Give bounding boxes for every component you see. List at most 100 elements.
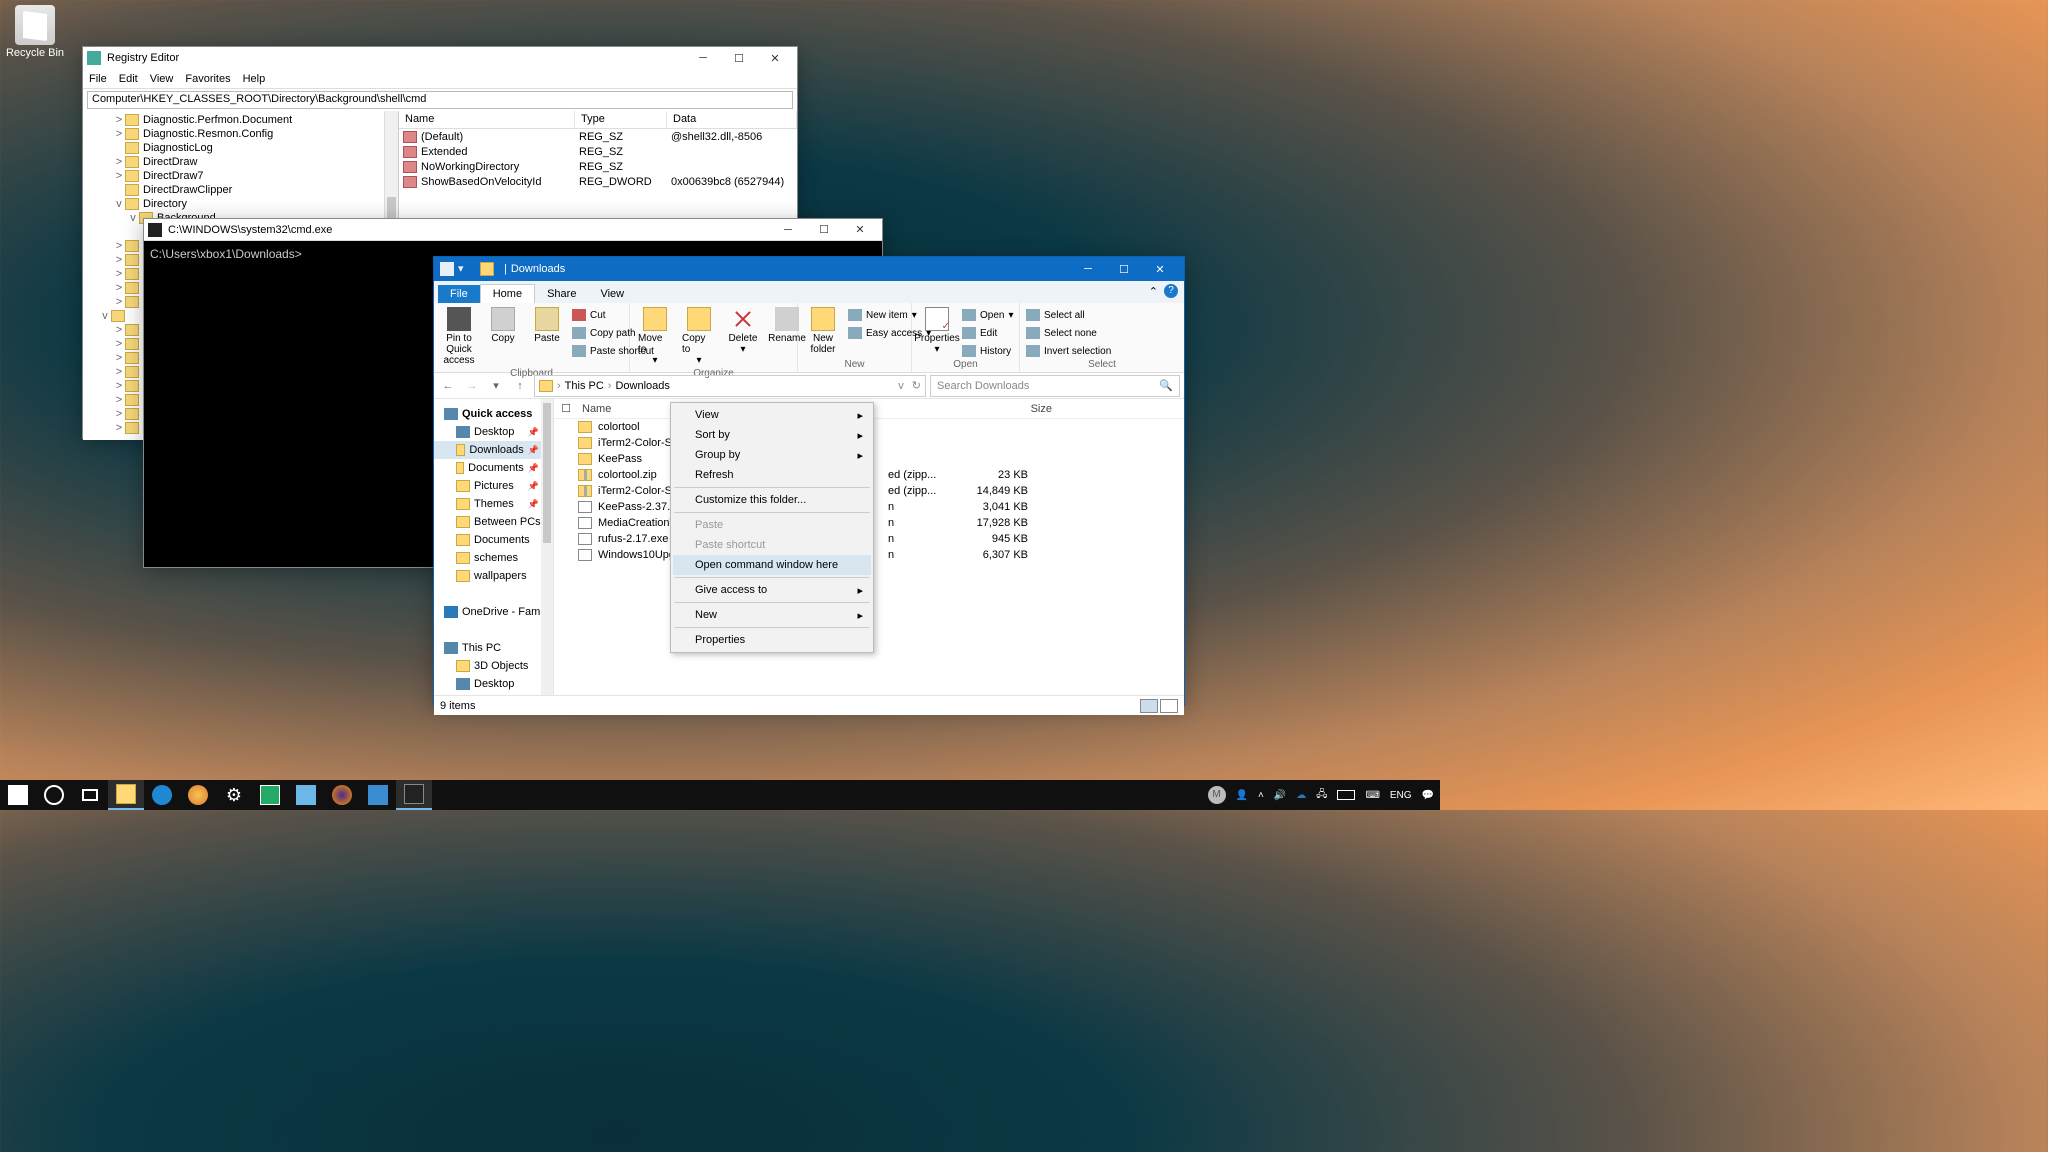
action-center-icon[interactable]: 💬 <box>1422 790 1434 801</box>
select-none-button[interactable]: Select none <box>1026 325 1178 341</box>
open-button[interactable]: Open▾ <box>962 307 1014 323</box>
context-menu-item[interactable]: Open command window here <box>673 555 871 575</box>
scrollbar[interactable] <box>541 399 553 695</box>
taskbar-notes[interactable] <box>288 780 324 810</box>
keyboard-icon[interactable]: ⌨ <box>1365 790 1379 801</box>
taskbar-edge[interactable] <box>144 780 180 810</box>
context-menu-item[interactable]: Properties <box>673 630 871 650</box>
cortana-button[interactable] <box>36 780 72 810</box>
close-button[interactable]: ✕ <box>842 220 878 240</box>
tree-item[interactable]: DirectDrawClipper <box>83 183 398 197</box>
close-button[interactable]: ✕ <box>757 48 793 68</box>
context-menu-item[interactable]: Refresh <box>673 465 871 485</box>
nav-item[interactable]: This PC <box>434 639 553 657</box>
tree-item[interactable]: >DirectDraw <box>83 155 398 169</box>
tree-item[interactable]: >Diagnostic.Resmon.Config <box>83 127 398 141</box>
nav-back-button[interactable]: ← <box>438 376 458 396</box>
nav-item[interactable]: OneDrive - Family <box>434 603 553 621</box>
context-menu-item[interactable]: Customize this folder... <box>673 490 871 510</box>
explorer-titlebar[interactable]: ▾ | Downloads ─ ☐ ✕ <box>434 257 1184 281</box>
tree-item[interactable]: >DirectDraw7 <box>83 169 398 183</box>
regedit-titlebar[interactable]: Registry Editor ─ ☐ ✕ <box>83 47 797 69</box>
nav-forward-button[interactable]: → <box>462 376 482 396</box>
tab-view[interactable]: View <box>588 285 636 303</box>
copy-to-button[interactable]: Copy to▾ <box>680 305 718 368</box>
registry-value[interactable]: ShowBasedOnVelocityIdREG_DWORD0x00639bc8… <box>399 174 797 189</box>
onedrive-icon[interactable]: ☁ <box>1296 790 1306 801</box>
minimize-button[interactable]: ─ <box>770 220 806 240</box>
taskbar-paint[interactable] <box>180 780 216 810</box>
registry-value[interactable]: (Default)REG_SZ@shell32.dll,-8506 <box>399 129 797 144</box>
nav-item[interactable]: Documents📌 <box>434 459 553 477</box>
col-type[interactable]: Type <box>575 111 667 128</box>
edit-button[interactable]: Edit <box>962 325 1014 341</box>
qat-down-icon[interactable]: ▾ <box>458 262 472 276</box>
col-data[interactable]: Data <box>667 111 797 128</box>
people-icon[interactable]: 👤 <box>1236 790 1248 801</box>
registry-value[interactable]: NoWorkingDirectoryREG_SZ <box>399 159 797 174</box>
history-button[interactable]: History <box>962 343 1014 359</box>
breadcrumb-root[interactable]: This PC <box>565 380 604 392</box>
scrollbar-thumb[interactable] <box>543 403 551 543</box>
taskbar-app[interactable] <box>360 780 396 810</box>
context-menu-item[interactable]: New▸ <box>673 605 871 625</box>
menu-favorites[interactable]: Favorites <box>185 73 230 85</box>
context-menu-item[interactable]: Give access to▸ <box>673 580 871 600</box>
taskbar-cmd[interactable] <box>396 780 432 810</box>
nav-item[interactable]: Documents <box>434 693 553 695</box>
pin-quick-access-button[interactable]: Pin to Quick access <box>440 305 478 368</box>
nav-item[interactable]: Themes📌 <box>434 495 553 513</box>
close-button[interactable]: ✕ <box>1142 257 1178 281</box>
language-indicator[interactable]: ENG <box>1390 790 1412 801</box>
battery-icon[interactable] <box>1337 790 1355 800</box>
tab-file[interactable]: File <box>438 285 480 303</box>
nav-item[interactable]: Documents <box>434 531 553 549</box>
address-bar[interactable]: › This PC › Downloads v↻ <box>534 375 926 397</box>
invert-selection-button[interactable]: Invert selection <box>1026 343 1178 359</box>
nav-item[interactable]: Quick access <box>434 405 553 423</box>
nav-up-button[interactable]: ↑ <box>510 376 530 396</box>
nav-item[interactable]: Desktop📌 <box>434 423 553 441</box>
move-to-button[interactable]: Move to▾ <box>636 305 674 368</box>
menu-help[interactable]: Help <box>243 73 266 85</box>
breadcrumb-current[interactable]: Downloads <box>615 380 669 392</box>
properties-button[interactable]: Properties▾ <box>918 305 956 359</box>
cmd-titlebar[interactable]: C:\WINDOWS\system32\cmd.exe ─ ☐ ✕ <box>144 219 882 241</box>
tab-home[interactable]: Home <box>480 284 535 303</box>
desktop-icon-recycle-bin[interactable]: Recycle Bin <box>5 5 65 59</box>
tree-item[interactable]: >Diagnostic.Perfmon.Document <box>83 113 398 127</box>
taskbar-explorer[interactable] <box>108 780 144 810</box>
menu-file[interactable]: File <box>89 73 107 85</box>
menu-view[interactable]: View <box>150 73 174 85</box>
view-icons-button[interactable] <box>1160 699 1178 713</box>
maximize-button[interactable]: ☐ <box>1106 257 1142 281</box>
user-avatar[interactable]: M <box>1208 786 1226 804</box>
minimize-button[interactable]: ─ <box>1070 257 1106 281</box>
nav-item[interactable]: 3D Objects <box>434 657 553 675</box>
context-menu-item[interactable]: Group by▸ <box>673 445 871 465</box>
taskbar-settings[interactable]: ⚙ <box>216 780 252 810</box>
nav-item[interactable]: wallpapers <box>434 567 553 585</box>
volume-icon[interactable]: 🔊 <box>1274 790 1286 801</box>
nav-item[interactable]: Pictures📌 <box>434 477 553 495</box>
paste-button[interactable]: Paste <box>528 305 566 368</box>
context-menu-item[interactable]: View▸ <box>673 405 871 425</box>
registry-value[interactable]: ExtendedREG_SZ <box>399 144 797 159</box>
network-icon[interactable]: 🖧 <box>1316 787 1327 804</box>
nav-item[interactable]: schemes <box>434 549 553 567</box>
copy-button[interactable]: Copy <box>484 305 522 368</box>
menu-edit[interactable]: Edit <box>119 73 138 85</box>
delete-button[interactable]: Delete▾ <box>724 305 762 368</box>
help-icon[interactable]: ? <box>1164 284 1178 298</box>
taskbar-photos[interactable] <box>252 780 288 810</box>
scrollbar-thumb[interactable] <box>387 197 396 219</box>
header-checkbox[interactable]: ☐ <box>554 402 578 415</box>
tree-item[interactable]: DiagnosticLog <box>83 141 398 155</box>
minimize-button[interactable]: ─ <box>685 48 721 68</box>
tray-expand-icon[interactable]: ˄ <box>1258 790 1264 801</box>
tree-item[interactable]: vDirectory <box>83 197 398 211</box>
task-view-button[interactable] <box>72 780 108 810</box>
nav-recent-button[interactable]: ▾ <box>486 376 506 396</box>
nav-item[interactable]: Downloads📌 <box>434 441 553 459</box>
taskbar-firefox[interactable] <box>324 780 360 810</box>
